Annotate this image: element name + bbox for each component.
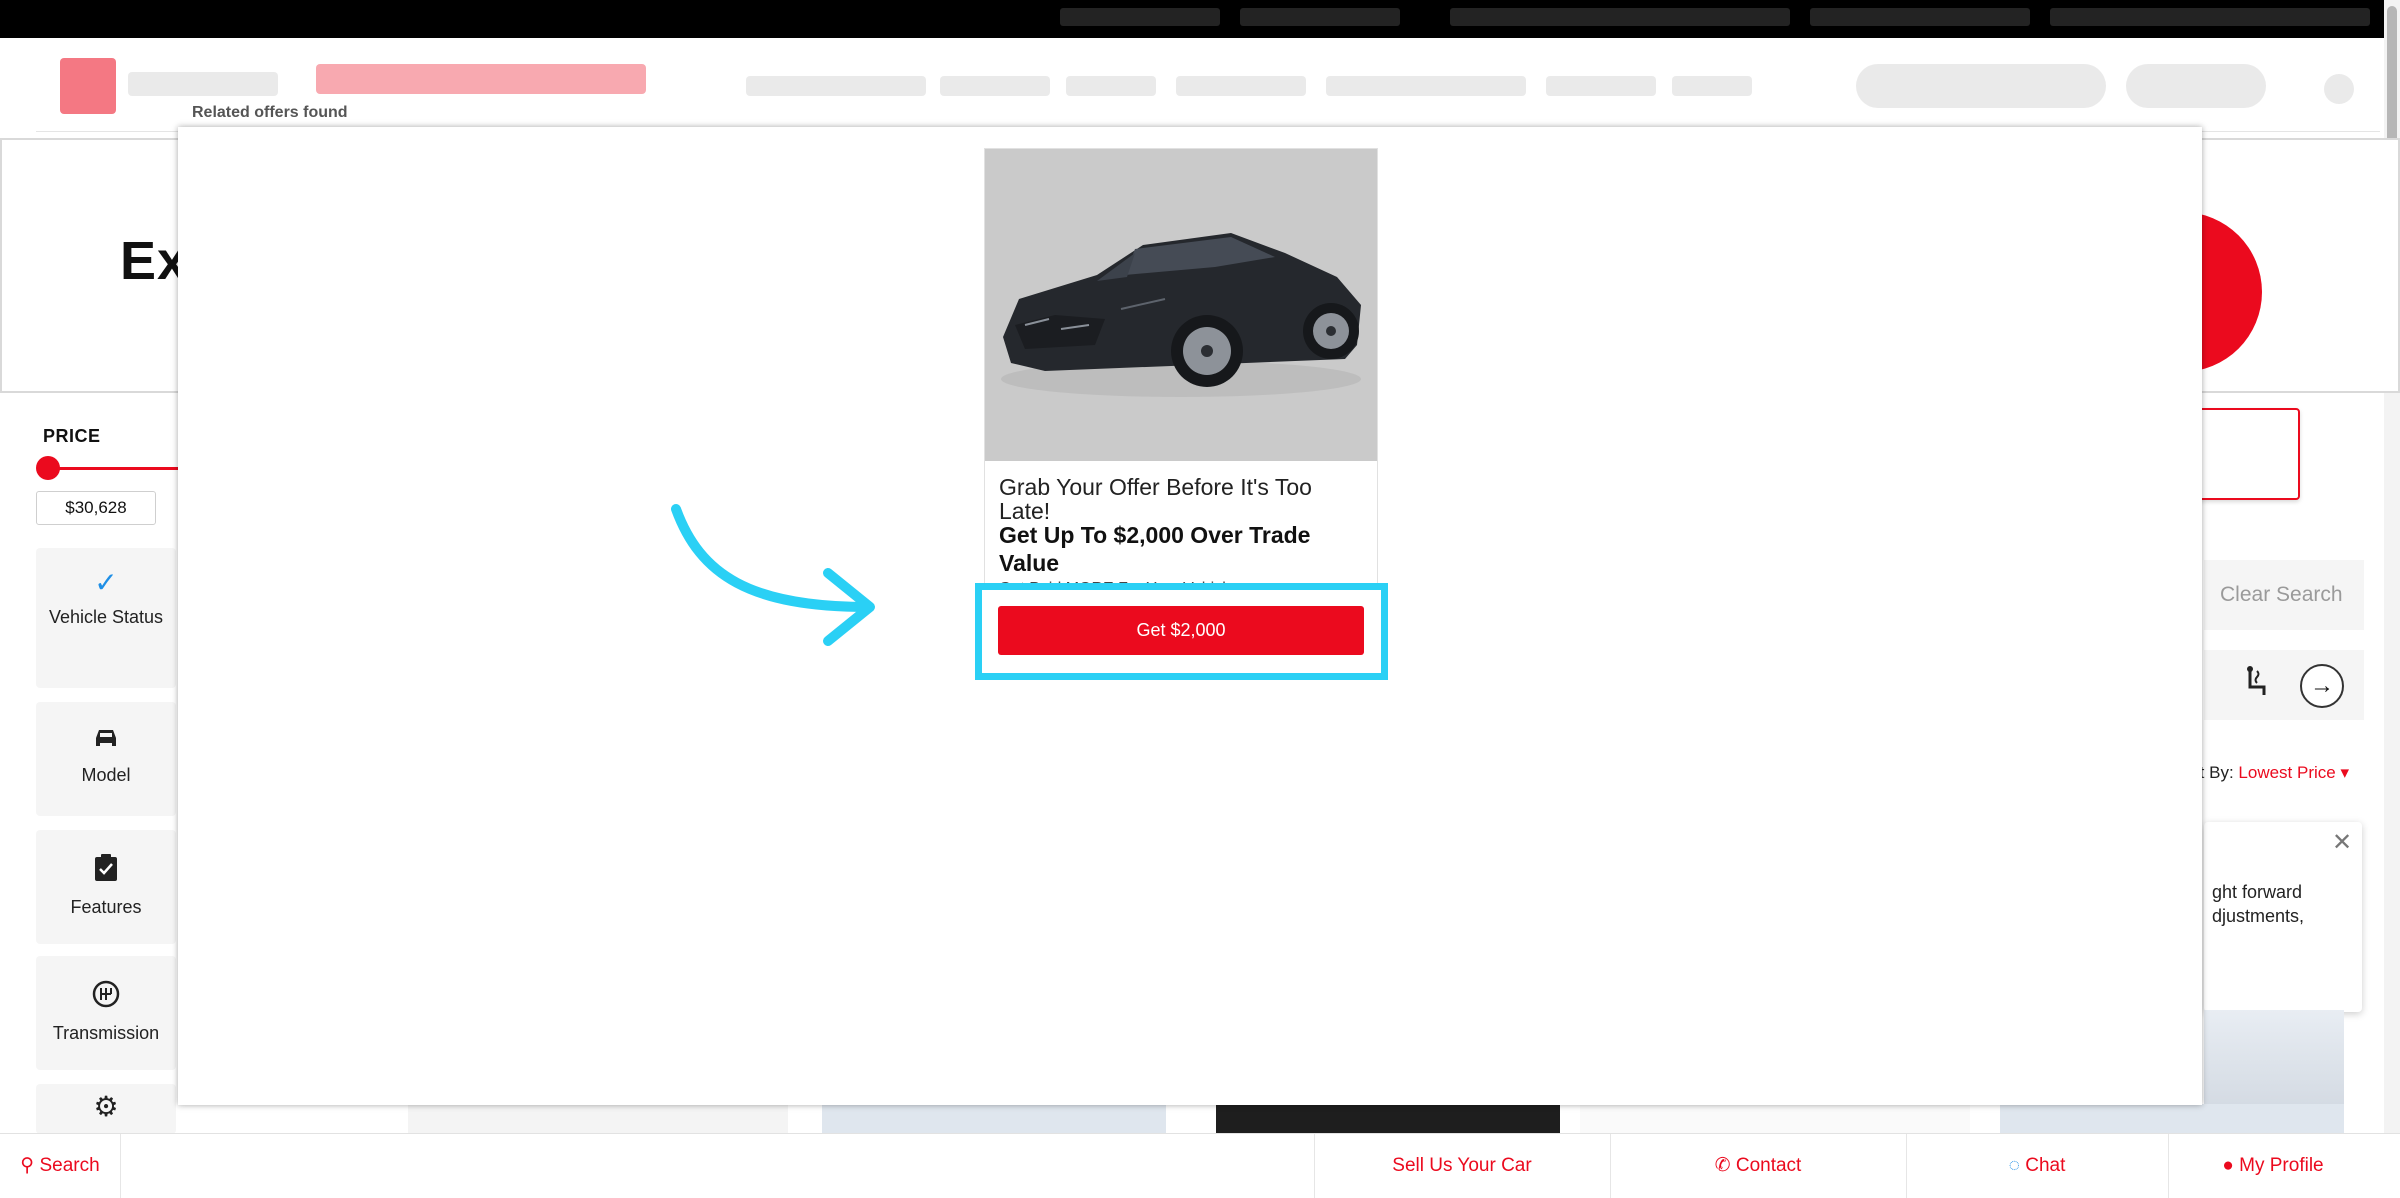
nav-menu-item[interactable] (1546, 76, 1656, 96)
next-arrow-button[interactable]: → (2300, 664, 2344, 708)
user-icon: ● (2222, 1155, 2234, 1176)
sort-by-control[interactable]: rt By: Lowest Price ▾ (2194, 763, 2349, 783)
top-utility-bar (0, 0, 2400, 38)
header-search-icon[interactable] (2324, 74, 2354, 104)
filter-label: Model (81, 765, 131, 785)
utility-link-blurred[interactable] (1450, 8, 1790, 26)
modal-title: Related offers found (192, 104, 348, 121)
price-filter-label: PRICE (43, 426, 101, 446)
offer-car-image (985, 149, 1377, 461)
utility-link-blurred[interactable] (2050, 8, 2370, 26)
get-offer-button[interactable]: Get $2,000 (998, 606, 1364, 655)
utility-link-blurred[interactable] (1240, 8, 1400, 26)
price-slider-handle[interactable] (36, 456, 60, 480)
clipboard-check-icon (36, 854, 176, 886)
chat-popup-text: ght forward djustments, (2212, 882, 2305, 926)
price-slider-track[interactable] (43, 467, 183, 470)
brand-wordmark (128, 72, 278, 96)
header-button[interactable] (2126, 64, 2266, 108)
filter-label: Transmission (52, 1023, 160, 1043)
divider (120, 1134, 121, 1198)
offer-heading: Grab Your Offer Before It's Too Late! (999, 474, 1312, 524)
bottom-nav-profile[interactable]: ● My Profile (2168, 1134, 2378, 1198)
nav-menu-item[interactable] (1326, 76, 1526, 96)
nav-menu-item[interactable] (1066, 76, 1156, 96)
filter-model[interactable]: Model (36, 702, 176, 816)
utility-link-blurred[interactable] (1810, 8, 2030, 26)
close-icon[interactable]: ✕ (2332, 828, 2352, 857)
filter-transmission[interactable]: Transmission (36, 956, 176, 1070)
nav-menu-item[interactable] (940, 76, 1050, 96)
bottom-nav-sell[interactable]: Sell Us Your Car (1314, 1134, 1610, 1198)
filter-vehicle-status[interactable]: ✓ Vehicle Status (36, 548, 176, 688)
engine-icon: ⚙ (93, 1091, 119, 1122)
offer-card: Grab Your Offer Before It's Too Late! Ge… (984, 148, 1378, 588)
filter-engine[interactable]: ⚙ (36, 1084, 176, 1134)
transmission-icon (36, 980, 176, 1012)
search-icon: ⚲ (20, 1155, 35, 1176)
brand-logo[interactable] (60, 58, 116, 114)
pointer-arrow-icon (671, 504, 875, 646)
offer-headline: Get Up To $2,000 Over Trade Value (999, 522, 1311, 576)
site-header (36, 38, 2380, 132)
phone-icon: ✆ (1714, 1155, 1731, 1176)
price-min-input[interactable]: $30,628 (36, 491, 156, 525)
nav-menu-item[interactable] (746, 76, 926, 96)
filter-label: Vehicle Status (48, 607, 164, 627)
utility-link-blurred[interactable] (1060, 8, 1220, 26)
bottom-nav-contact[interactable]: ✆ Contact (1610, 1134, 1906, 1198)
dealer-logo[interactable] (316, 64, 646, 94)
chat-bubble-icon: ◌ (2008, 1155, 2020, 1176)
checkmark-icon: ✓ (94, 567, 118, 598)
car-icon (36, 726, 176, 754)
heated-seat-icon[interactable] (2240, 665, 2274, 708)
bottom-nav-chat[interactable]: ◌ Chat (1906, 1134, 2168, 1198)
sort-by-value[interactable]: Lowest Price (2238, 763, 2335, 782)
filter-label: Features (70, 897, 142, 917)
arrow-right-icon: → (2310, 672, 2334, 699)
caret-down-icon: ▾ (2340, 763, 2350, 782)
bottom-nav: ⚲ Search Sell Us Your Car ✆ Contact ◌ Ch… (0, 1133, 2400, 1198)
header-search-pill[interactable] (1856, 64, 2106, 108)
nav-menu-item[interactable] (1672, 76, 1752, 96)
clear-search-button[interactable]: Clear Search (2204, 560, 2364, 630)
bottom-nav-search[interactable]: ⚲ Search (10, 1134, 110, 1198)
filter-features[interactable]: Features (36, 830, 176, 944)
nav-menu-item[interactable] (1176, 76, 1306, 96)
